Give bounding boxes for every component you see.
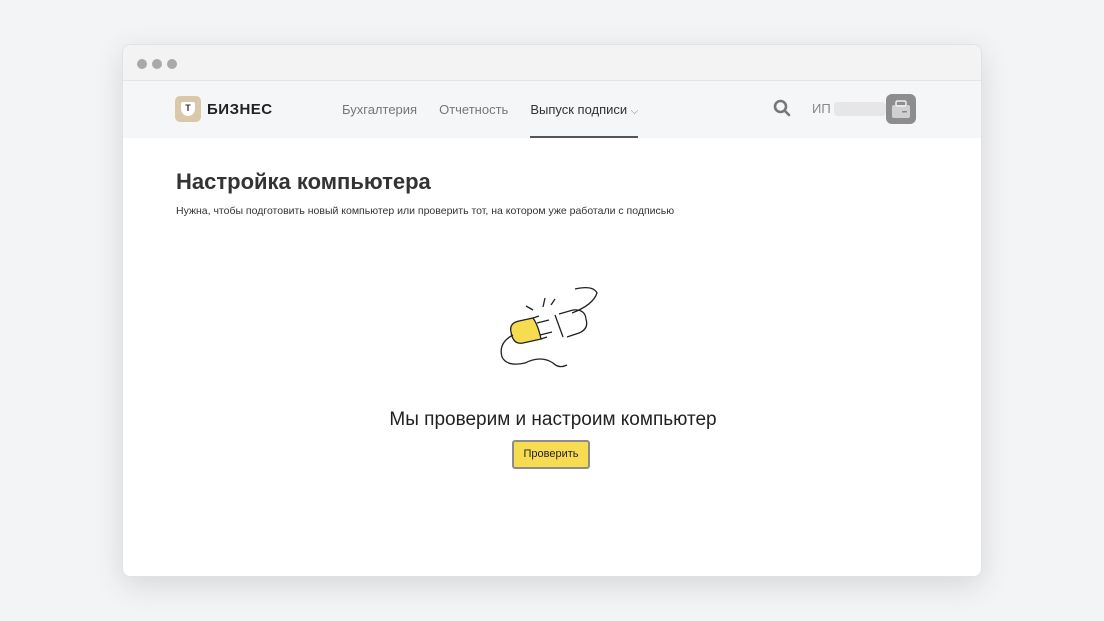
header: Т БИЗНЕС Бухгалтерия Отчетность Выпуск п… <box>123 81 981 138</box>
window-dot-maximize[interactable] <box>167 59 177 69</box>
nav-accounting[interactable]: Бухгалтерия <box>342 81 417 138</box>
chevron-down-icon: ⌵ <box>630 106 639 117</box>
user-name-blurred <box>833 101 886 116</box>
nav-reporting[interactable]: Отчетность <box>439 81 508 138</box>
page-subtitle: Нужна, чтобы подготовить новый компьютер… <box>176 205 675 217</box>
user-menu[interactable]: ИП <box>812 101 886 116</box>
section-caption: Мы проверим и настроим компьютер <box>389 409 717 430</box>
briefcase-avatar-icon[interactable] <box>886 94 916 124</box>
logo[interactable]: Т БИЗНЕС <box>175 96 273 122</box>
check-button[interactable]: Проверить <box>512 440 590 469</box>
main-nav: Бухгалтерия Отчетность Выпуск подписи ⌵ <box>342 81 639 138</box>
page-title: Настройка компьютера <box>176 169 431 194</box>
browser-window: Т БИЗНЕС Бухгалтерия Отчетность Выпуск п… <box>122 44 982 577</box>
logo-text: БИЗНЕС <box>207 100 273 118</box>
search-icon[interactable] <box>773 99 791 117</box>
window-dot-minimize[interactable] <box>152 59 162 69</box>
title-bar <box>123 45 981 81</box>
user-prefix: ИП <box>812 101 831 116</box>
logo-mark: Т <box>181 102 195 116</box>
nav-signature[interactable]: Выпуск подписи ⌵ <box>530 81 639 138</box>
plug-illustration-icon <box>500 287 598 368</box>
window-dot-close[interactable] <box>137 59 147 69</box>
nav-signature-label: Выпуск подписи <box>530 102 628 117</box>
logo-icon: Т <box>175 96 201 122</box>
